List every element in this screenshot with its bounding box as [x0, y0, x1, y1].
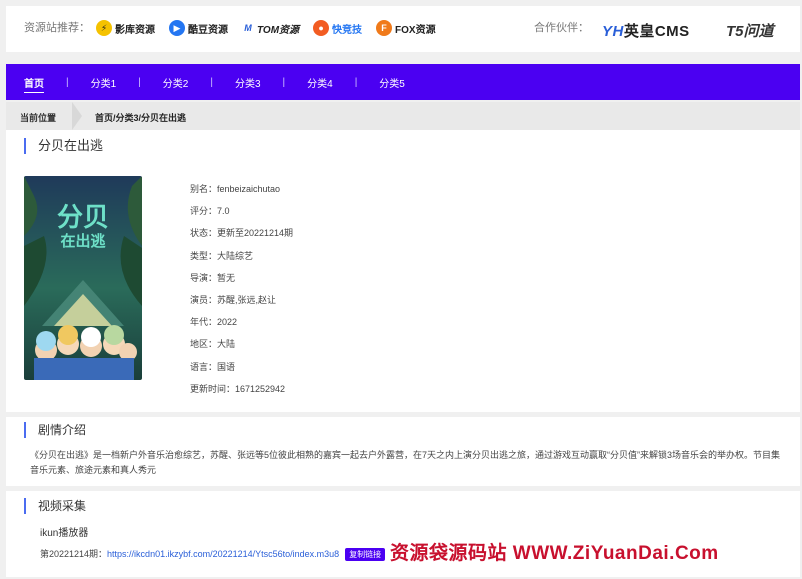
episode-link[interactable]: https://ikcdn01.ikzybf.com/20221214/Ytsc…	[107, 549, 339, 559]
info-status: 状态：更新至20221214期	[190, 228, 294, 239]
nav-item-category1[interactable]: 分类1	[91, 75, 117, 90]
section-divider	[6, 486, 800, 491]
plot-section-title: 剧情介绍	[24, 422, 86, 438]
breadcrumb: 当前位置 首页/分类3/分贝在出逃	[6, 102, 800, 130]
tom-logo-icon: M	[244, 23, 252, 33]
partner-link-yhcms[interactable]: YH英皇CMS	[602, 20, 690, 41]
nav-item-category2[interactable]: 分类2	[163, 75, 189, 90]
info-language: 语言：国语	[190, 361, 236, 372]
partner-label: 合作伙伴：	[534, 22, 589, 34]
detail-panel: 分贝在出逃 分贝 在出逃 别名：fenbeizaichutao 评分：7.0 状…	[6, 130, 800, 577]
info-rating: 评分：7.0	[190, 206, 230, 217]
info-actors: 演员：苏醒,张远,赵让	[190, 294, 277, 305]
site-link-yingku[interactable]: ⚡ 影库资源	[96, 20, 155, 36]
nav-separator: |	[282, 76, 286, 88]
detail-info: 别名：fenbeizaichutao 评分：7.0 状态：更新至20221214…	[190, 182, 293, 404]
nav-separator: |	[210, 76, 213, 88]
episode-row: 第20221214期：https://ikcdn01.ikzybf.com/20…	[40, 547, 386, 561]
info-director: 导演：暂无	[190, 272, 236, 283]
breadcrumb-arrow-icon	[72, 102, 82, 130]
partner1-mark: YH	[602, 23, 624, 40]
lightning-icon: ⚡	[96, 20, 112, 36]
nav-item-category3[interactable]: 分类3	[235, 75, 261, 90]
site-link-kuaijingji[interactable]: ● 快竞技	[313, 20, 362, 36]
site-link-fox[interactable]: F FOX资源	[376, 20, 436, 36]
episode-label: 第20221214期：	[40, 549, 108, 559]
breadcrumb-current-label: 当前位置	[20, 113, 57, 123]
nav-item-category5[interactable]: 分类5	[379, 75, 405, 90]
fox-icon: F	[376, 20, 393, 36]
breadcrumb-path[interactable]: 首页/分类3/分贝在出逃	[95, 111, 186, 124]
site-name: TOM资源	[257, 24, 300, 36]
video-section-title: 视频采集	[24, 498, 86, 514]
svg-text:分贝: 分贝	[57, 202, 109, 232]
svg-text:在出逃: 在出逃	[60, 232, 105, 250]
site-link-kudou[interactable]: ▶ 酷豆资源	[169, 20, 228, 36]
page-title: 分贝在出逃	[24, 138, 103, 154]
nav-item-category4[interactable]: 分类4	[307, 75, 333, 90]
info-update-time: 更新时间：1671252942	[190, 383, 286, 394]
info-type: 类型：大陆综艺	[190, 250, 254, 261]
info-region: 地区：大陆	[190, 339, 236, 350]
info-alias: 别名：fenbeizaichutao	[190, 184, 281, 194]
fire-icon: ●	[313, 20, 330, 36]
watermark-text: 资源袋源码站 WWW.ZiYuanDai.Com	[390, 543, 719, 564]
nav-separator: |	[66, 76, 69, 88]
site-name: 酷豆资源	[188, 24, 228, 36]
info-year: 年代：2022	[190, 317, 238, 328]
nav-separator: |	[138, 76, 141, 88]
poster-image: 分贝 在出逃	[24, 176, 142, 380]
partner-link-t5[interactable]: T5问道	[726, 20, 774, 41]
site-name: FOX资源	[395, 24, 436, 36]
partner-banner: 资源站推荐： ⚡ 影库资源 ▶ 酷豆资源 M TOM资源 ● 快竞技 F FOX…	[6, 6, 800, 52]
resource-site-list: ⚡ 影库资源 ▶ 酷豆资源 M TOM资源 ● 快竞技 F FOX资源	[96, 20, 436, 36]
player-name: ikun播放器	[40, 528, 89, 539]
site-name: 影库资源	[115, 24, 155, 36]
main-nav: 首页 | 分类1 | 分类2 | 分类3 | 分类4 | 分类5	[6, 64, 800, 100]
nav-separator: |	[354, 76, 358, 88]
partner1-text: 英皇CMS	[623, 23, 690, 40]
site-link-tom[interactable]: M TOM资源	[242, 20, 299, 36]
nav-item-home[interactable]: 首页	[24, 75, 44, 90]
plot-description: 《分贝在出逃》是一档新户外音乐治愈综艺，苏醒、张远等5位彼此相熟的嘉宾一起去户外…	[30, 450, 781, 475]
play-icon: ▶	[169, 20, 185, 36]
section-divider	[6, 412, 800, 417]
site-name: 快竞技	[332, 24, 363, 36]
copy-link-button[interactable]: 复制链接	[345, 548, 386, 561]
recommend-label: 资源站推荐：	[24, 22, 90, 34]
